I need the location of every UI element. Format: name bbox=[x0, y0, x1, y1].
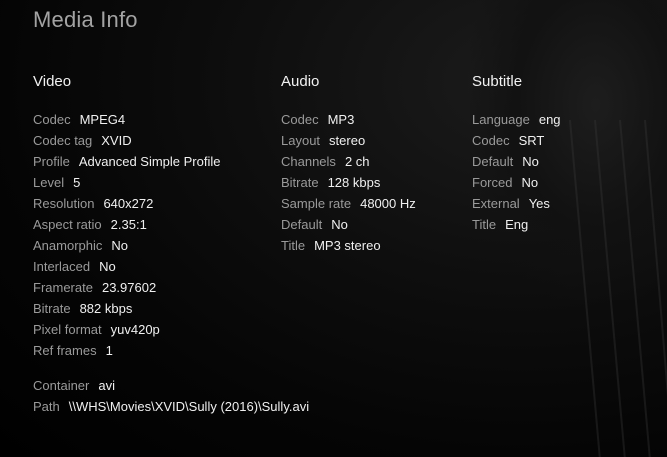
row-label: Default bbox=[281, 217, 323, 232]
row-value: stereo bbox=[329, 133, 366, 148]
row-label: External bbox=[472, 196, 520, 211]
row-value: avi bbox=[98, 378, 115, 393]
row-label: Title bbox=[472, 217, 497, 232]
row-value: Yes bbox=[528, 196, 550, 211]
row-label: Codec bbox=[472, 133, 510, 148]
info-row: Level 5 bbox=[33, 172, 221, 193]
media-info-screen: Media Info Video Codec MPEG4 Codec tag XVI… bbox=[0, 0, 667, 457]
video-section: Video Codec MPEG4 Codec tag XVID Profile Ad… bbox=[33, 73, 221, 361]
info-row: Title MP3 stereo bbox=[281, 235, 416, 256]
row-value: \\WHS\Movies\XVID\Sully (2016)\Sully.avi bbox=[68, 399, 310, 414]
row-value: No bbox=[99, 259, 116, 274]
info-row: Codec tag XVID bbox=[33, 130, 221, 151]
info-row: Sample rate 48000 Hz bbox=[281, 193, 416, 214]
row-label: Anamorphic bbox=[33, 238, 103, 253]
row-label: Level bbox=[33, 175, 65, 190]
info-row: Framerate 23.97602 bbox=[33, 277, 221, 298]
row-label: Bitrate bbox=[281, 175, 319, 190]
info-row: Resolution 640x272 bbox=[33, 193, 221, 214]
row-value: 5 bbox=[73, 175, 81, 190]
info-row: Profile Advanced Simple Profile bbox=[33, 151, 221, 172]
row-label: Language bbox=[472, 112, 530, 127]
info-row: Codec SRT bbox=[472, 130, 561, 151]
row-label: Ref frames bbox=[33, 343, 97, 358]
audio-rows: Codec MP3 Layout stereo Channels 2 ch Bitra… bbox=[281, 109, 416, 256]
row-value: eng bbox=[538, 112, 561, 127]
row-label: Aspect ratio bbox=[33, 217, 102, 232]
row-value: No bbox=[111, 238, 128, 253]
subtitle-heading: Subtitle bbox=[472, 73, 523, 90]
subtitle-rows: Language eng Codec SRT Default No Forced No … bbox=[472, 109, 561, 235]
row-label: Forced bbox=[472, 175, 513, 190]
audio-section: Audio Codec MP3 Layout stereo Channels 2 ch… bbox=[281, 73, 416, 256]
row-label: Default bbox=[472, 154, 514, 169]
row-value: Advanced Simple Profile bbox=[78, 154, 221, 169]
row-value: 128 kbps bbox=[327, 175, 381, 190]
info-row: Forced No bbox=[472, 172, 561, 193]
row-value: MP3 stereo bbox=[314, 238, 381, 253]
row-value: 48000 Hz bbox=[360, 196, 416, 211]
row-label: Interlaced bbox=[33, 259, 91, 274]
info-row: Path \\WHS\Movies\XVID\Sully (2016)\Sully… bbox=[33, 396, 309, 417]
row-value: 1 bbox=[105, 343, 113, 358]
info-row: Aspect ratio 2.35:1 bbox=[33, 214, 221, 235]
row-label: Layout bbox=[281, 133, 321, 148]
video-heading: Video bbox=[33, 73, 72, 90]
row-value: SRT bbox=[518, 133, 545, 148]
row-label: Codec tag bbox=[33, 133, 93, 148]
info-row: Interlaced No bbox=[33, 256, 221, 277]
info-row: Anamorphic No bbox=[33, 235, 221, 256]
info-row: Codec MPEG4 bbox=[33, 109, 221, 130]
row-label: Bitrate bbox=[33, 301, 71, 316]
row-value: MPEG4 bbox=[79, 112, 126, 127]
row-value: 2 ch bbox=[344, 154, 370, 169]
page-title: Media Info bbox=[33, 7, 138, 32]
info-row: Channels 2 ch bbox=[281, 151, 416, 172]
row-label: Framerate bbox=[33, 280, 93, 295]
row-value: MP3 bbox=[327, 112, 355, 127]
row-label: Path bbox=[33, 399, 60, 414]
row-value: 2.35:1 bbox=[110, 217, 147, 232]
info-row: Bitrate 128 kbps bbox=[281, 172, 416, 193]
row-label: Profile bbox=[33, 154, 70, 169]
info-row: External Yes bbox=[472, 193, 561, 214]
file-info: Container avi Path \\WHS\Movies\XVID\Sully… bbox=[33, 375, 309, 417]
row-label: Codec bbox=[281, 112, 319, 127]
info-row: Layout stereo bbox=[281, 130, 416, 151]
row-value: yuv420p bbox=[110, 322, 160, 337]
info-row: Bitrate 882 kbps bbox=[33, 298, 221, 319]
info-row: Default No bbox=[281, 214, 416, 235]
audio-heading: Audio bbox=[281, 73, 320, 90]
info-row: Container avi bbox=[33, 375, 309, 396]
row-label: Sample rate bbox=[281, 196, 352, 211]
row-value: XVID bbox=[101, 133, 132, 148]
row-label: Container bbox=[33, 378, 90, 393]
row-label: Title bbox=[281, 238, 306, 253]
row-value: Eng bbox=[505, 217, 529, 232]
subtitle-section: Subtitle Language eng Codec SRT Default No … bbox=[472, 73, 561, 235]
backdrop-rails bbox=[560, 119, 667, 457]
row-label: Codec bbox=[33, 112, 71, 127]
row-value: No bbox=[331, 217, 348, 232]
info-row: Pixel format yuv420p bbox=[33, 319, 221, 340]
info-row: Codec MP3 bbox=[281, 109, 416, 130]
row-value: No bbox=[522, 154, 539, 169]
row-label: Channels bbox=[281, 154, 336, 169]
info-row: Language eng bbox=[472, 109, 561, 130]
info-row: Default No bbox=[472, 151, 561, 172]
info-row: Ref frames 1 bbox=[33, 340, 221, 361]
row-label: Pixel format bbox=[33, 322, 102, 337]
info-row: Title Eng bbox=[472, 214, 561, 235]
row-value: 23.97602 bbox=[101, 280, 157, 295]
row-value: 882 kbps bbox=[79, 301, 133, 316]
video-rows: Codec MPEG4 Codec tag XVID Profile Advanced… bbox=[33, 109, 221, 361]
row-value: 640x272 bbox=[103, 196, 154, 211]
row-label: Resolution bbox=[33, 196, 95, 211]
row-value: No bbox=[521, 175, 539, 190]
